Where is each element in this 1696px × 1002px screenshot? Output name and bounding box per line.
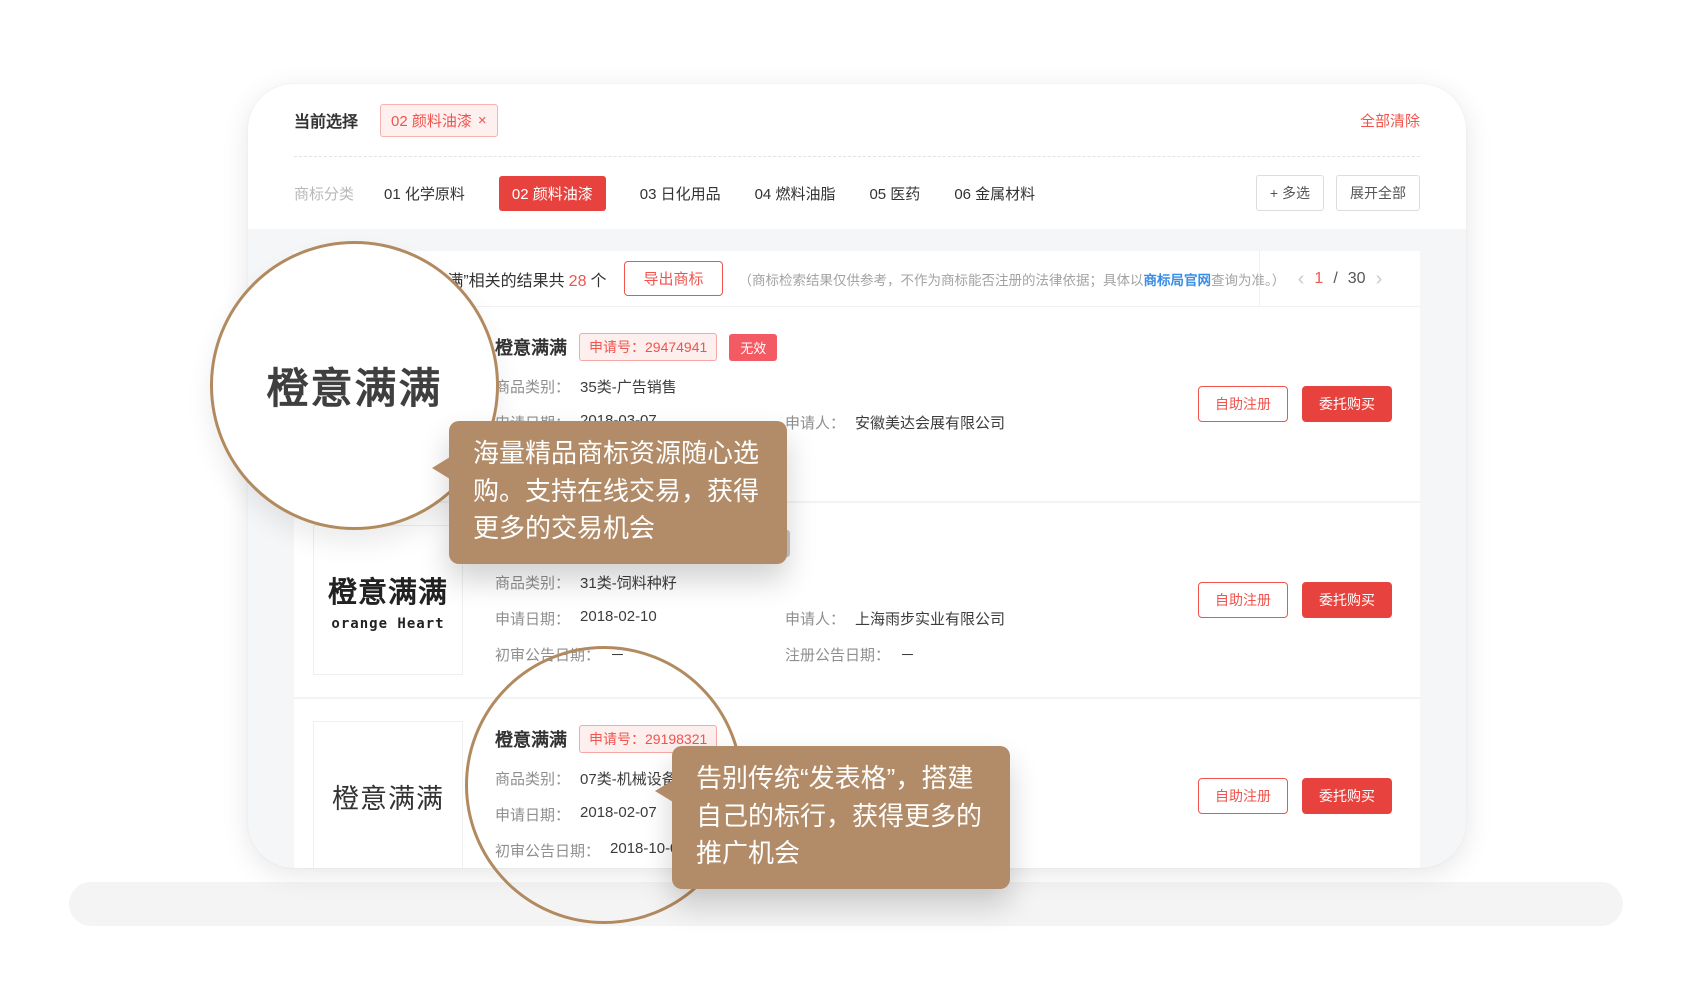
chevron-left-icon[interactable]: ‹ (1298, 269, 1305, 289)
application-number-label: 申请号： (589, 731, 645, 747)
application-number-value: 29474941 (645, 339, 707, 355)
category-row-label: 商标分类 (294, 183, 354, 204)
application-number-tag: 申请号：29474941 (579, 333, 717, 361)
reg-publish-value: － (900, 644, 915, 665)
application-number-label: 申请号： (589, 339, 645, 355)
self-register-button[interactable]: 自助注册 (1198, 386, 1288, 422)
current-selection-row: 当前选择 02 颜料油漆 × 全部清除 (294, 84, 1420, 156)
entrust-buy-button[interactable]: 委托购买 (1302, 582, 1392, 618)
category-value: 35类-广告销售 (580, 376, 677, 397)
first-publish-label: 初审公告日期： (495, 840, 600, 861)
pagination-current: 1 (1314, 270, 1323, 288)
export-trademark-button[interactable]: 导出商标 (624, 261, 722, 296)
category-item-03[interactable]: 03 日化用品 (640, 183, 721, 204)
category-list: 01 化学原料 02 颜料油漆 03 日化用品 04 燃料油脂 05 医药 06… (384, 176, 1035, 211)
reg-publish-label: 注册公告日期： (785, 644, 890, 665)
trademark-image-text: 橙意满满 (328, 569, 448, 611)
application-number-value: 29198321 (645, 731, 707, 747)
self-register-button[interactable]: 自助注册 (1198, 778, 1288, 814)
apply-date-value: 2018-02-07 (580, 804, 657, 825)
applicant-label: 申请人： (785, 608, 845, 629)
entrust-buy-button[interactable]: 委托购买 (1302, 386, 1392, 422)
trademark-name: 橙意满满 (495, 726, 567, 752)
multi-select-button[interactable]: + 多选 (1256, 175, 1324, 211)
selected-filter-tag[interactable]: 02 颜料油漆 × (380, 104, 498, 137)
entrust-buy-button[interactable]: 委托购买 (1302, 778, 1392, 814)
chevron-right-icon[interactable]: › (1376, 269, 1383, 289)
trademark-office-link[interactable]: 商标局官网 (1144, 273, 1212, 288)
status-badge: 无效 (729, 334, 777, 361)
trademark-image-subtext: orange Heart (331, 616, 444, 632)
results-summary-suffix: 个 (590, 273, 606, 290)
filter-header: 当前选择 02 颜料油漆 × 全部清除 商标分类 01 化学原料 02 颜料油漆… (248, 84, 1466, 229)
category-item-06[interactable]: 06 金属材料 (954, 183, 1035, 204)
selected-filter-tag-label: 02 颜料油漆 (391, 110, 472, 131)
category-item-05[interactable]: 05 医药 (869, 183, 920, 204)
pagination: ‹ 1 / 30 › (1259, 251, 1420, 306)
clear-all-link[interactable]: 全部清除 (1360, 110, 1420, 131)
category-item-04[interactable]: 04 燃料油脂 (755, 183, 836, 204)
trademark-image-text: 橙意满满 (332, 777, 444, 816)
category-row: 商标分类 01 化学原料 02 颜料油漆 03 日化用品 04 燃料油脂 05 … (294, 157, 1420, 229)
current-selection-label: 当前选择 (294, 108, 358, 132)
apply-date-value: 2018-02-10 (580, 608, 657, 629)
category-label: 商品类别： (495, 572, 570, 593)
apply-date-label: 申请日期： (495, 804, 570, 825)
category-item-01[interactable]: 01 化学原料 (384, 183, 465, 204)
trademark-image: 橙意满满 orange Heart (313, 525, 463, 675)
apply-date-label: 申请日期： (495, 608, 570, 629)
pagination-total: 30 (1348, 270, 1366, 288)
marketing-tooltip-promote: 告别传统“发表格”，搭建自己的标行，获得更多的推广机会 (672, 746, 1010, 889)
category-value: 31类-饲料种籽 (580, 572, 677, 593)
applicant-label: 申请人： (785, 412, 845, 433)
disclaimer-pre: （商标检索结果仅供参考，不作为商标能否注册的法律依据；具体以 (739, 273, 1144, 288)
first-publish-value: － (610, 644, 625, 665)
category-item-02-active[interactable]: 02 颜料油漆 (499, 176, 606, 211)
marketing-tooltip-trade: 海量精品商标资源随心选购。支持在线交易，获得更多的交易机会 (449, 421, 787, 564)
results-count: 28 (569, 273, 587, 290)
close-icon[interactable]: × (478, 112, 487, 129)
results-disclaimer: （商标检索结果仅供参考，不作为商标能否注册的法律依据；具体以商标局官网查询为准。… (739, 269, 1286, 289)
category-label: 商品类别： (495, 376, 570, 397)
self-register-button[interactable]: 自助注册 (1198, 582, 1288, 618)
first-publish-label: 初审公告日期： (495, 644, 600, 665)
pagination-separator: / (1333, 270, 1337, 288)
trademark-image: 橙意满满 (313, 721, 463, 868)
magnified-trademark-text: 橙意满满 (266, 355, 442, 416)
trademark-name: 橙意满满 (495, 334, 567, 360)
category-label: 商品类别： (495, 768, 570, 789)
applicant-value: 安徽美达会展有限公司 (855, 412, 1005, 433)
applicant-value: 上海雨步实业有限公司 (855, 608, 1005, 629)
expand-all-button[interactable]: 展开全部 (1336, 175, 1420, 211)
